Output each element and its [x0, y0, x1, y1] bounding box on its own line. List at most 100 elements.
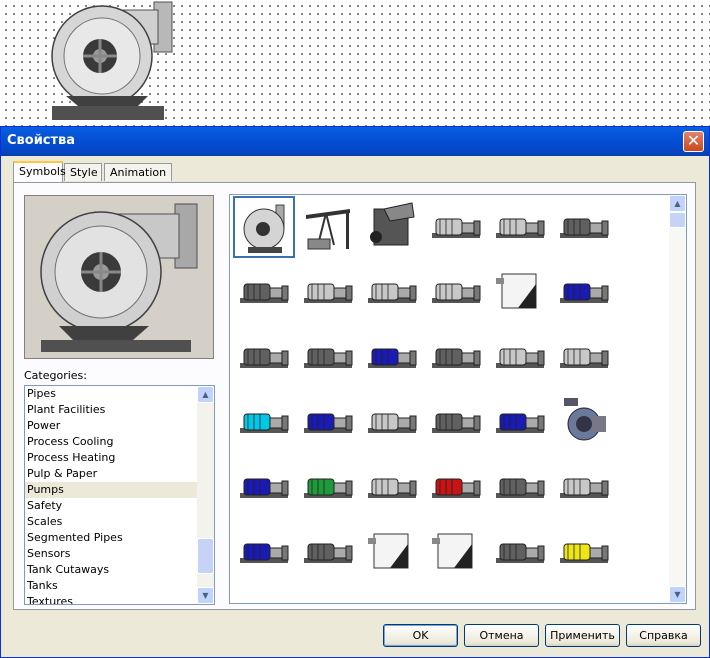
symbol-thumbnail[interactable] — [297, 196, 359, 258]
symbol-thumbnail[interactable] — [297, 586, 359, 604]
symbol-thumbnail[interactable] — [233, 456, 295, 518]
category-item[interactable]: Pulp & Paper — [25, 466, 199, 482]
symbol-thumbnail[interactable] — [489, 196, 551, 258]
symbol-thumbnail[interactable] — [233, 326, 295, 388]
equipment-symbol-icon — [556, 589, 612, 604]
symbol-thumbnail[interactable] — [553, 326, 615, 388]
symbol-thumbnail[interactable] — [233, 196, 295, 258]
equipment-symbol-icon — [304, 413, 353, 433]
category-item[interactable]: Power — [25, 418, 199, 434]
symbol-thumbnail[interactable] — [233, 521, 295, 583]
tab-symbols[interactable]: Symbols — [13, 161, 66, 182]
symbol-thumbnail[interactable] — [553, 196, 615, 258]
scroll-up-button[interactable]: ▲ — [197, 386, 214, 403]
symbol-thumbnail[interactable] — [553, 586, 615, 604]
tab-style[interactable]: Style — [64, 163, 102, 181]
equipment-symbol-icon — [496, 218, 545, 238]
equipment-symbol-icon — [370, 202, 415, 246]
equipment-symbol-icon — [243, 204, 285, 253]
symbol-thumbnail[interactable] — [361, 326, 423, 388]
categories-list[interactable]: Pipes Plant Facilities Power Process Coolin… — [24, 385, 215, 605]
gallery-scroll-up-button[interactable]: ▲ — [669, 195, 686, 212]
close-button[interactable]: ✕ — [683, 131, 704, 152]
symbol-thumbnail[interactable] — [553, 521, 615, 583]
symbol-thumbnail[interactable] — [233, 261, 295, 323]
equipment-symbol-icon — [496, 478, 545, 498]
categories-scrollbar[interactable]: ▲ ▼ — [197, 386, 214, 604]
equipment-symbol-icon — [240, 348, 289, 368]
symbol-thumbnail[interactable] — [553, 391, 615, 453]
symbol-thumbnail[interactable] — [297, 391, 359, 453]
gallery-scrollbar[interactable]: ▲ ▼ — [669, 195, 686, 603]
symbol-thumbnail[interactable] — [361, 391, 423, 453]
symbol-thumbnail[interactable] — [297, 261, 359, 323]
category-item[interactable]: Tanks — [25, 578, 199, 594]
gallery-scroll-down-button[interactable]: ▼ — [669, 586, 686, 603]
title-bar[interactable]: Свойства ✕ — [1, 127, 709, 156]
category-item[interactable]: Pipes — [25, 386, 199, 402]
equipment-symbol-icon — [432, 218, 481, 238]
symbol-thumbnail[interactable] — [489, 456, 551, 518]
canvas-pump-symbol[interactable] — [48, 0, 178, 120]
category-item[interactable]: Textures — [25, 594, 199, 604]
symbol-thumbnail[interactable] — [361, 521, 423, 583]
category-item[interactable]: Scales — [25, 514, 199, 530]
tab-animation[interactable]: Animation — [104, 163, 172, 181]
ok-button[interactable]: OK — [383, 624, 458, 647]
symbol-thumbnail[interactable] — [361, 586, 423, 604]
chevron-down-icon: ▼ — [202, 591, 209, 600]
category-item[interactable]: Sensors — [25, 546, 199, 562]
category-item[interactable]: Tank Cutaways — [25, 562, 199, 578]
symbol-thumbnail[interactable] — [425, 326, 487, 388]
symbol-thumbnail[interactable] — [425, 196, 487, 258]
equipment-symbol-icon — [304, 283, 353, 303]
equipment-symbol-icon — [368, 533, 409, 569]
symbol-thumbnail[interactable] — [361, 456, 423, 518]
symbol-thumbnail[interactable] — [489, 586, 551, 603]
equipment-symbol-icon — [240, 543, 289, 563]
symbol-thumbnail[interactable] — [553, 261, 615, 323]
equipment-symbol-icon — [300, 589, 356, 604]
gallery-scroll-thumb[interactable] — [669, 212, 686, 228]
scroll-thumb[interactable] — [197, 538, 214, 574]
symbol-thumbnail[interactable] — [489, 521, 551, 583]
equipment-symbol-icon — [432, 478, 481, 498]
symbol-thumbnail[interactable] — [553, 456, 615, 518]
symbol-thumbnail[interactable] — [425, 391, 487, 453]
symbol-thumbnail[interactable] — [425, 456, 487, 518]
symbol-thumbnail[interactable] — [361, 261, 423, 323]
equipment-symbol-icon — [432, 533, 473, 569]
apply-button[interactable]: Применить — [545, 624, 620, 647]
scroll-down-button[interactable]: ▼ — [197, 587, 214, 604]
category-item[interactable]: Segmented Pipes — [25, 530, 199, 546]
equipment-symbol-icon — [240, 283, 289, 303]
category-item[interactable]: Process Cooling — [25, 434, 199, 450]
equipment-symbol-icon — [364, 589, 420, 604]
symbol-preview — [24, 195, 214, 359]
equipment-symbol-icon — [304, 543, 353, 563]
equipment-symbol-icon — [236, 589, 292, 604]
dialog-title: Свойства — [7, 133, 76, 148]
category-item[interactable]: Plant Facilities — [25, 402, 199, 418]
category-item[interactable]: Safety — [25, 498, 199, 514]
symbol-thumbnail[interactable] — [425, 586, 487, 603]
cancel-button[interactable]: Отмена — [464, 624, 539, 647]
symbol-thumbnail[interactable] — [297, 521, 359, 583]
symbol-gallery[interactable]: ▲ ▼ — [229, 194, 687, 604]
symbol-thumbnail[interactable] — [233, 391, 295, 453]
symbol-thumbnail[interactable] — [425, 521, 487, 583]
equipment-symbol-icon — [306, 209, 350, 250]
symbol-thumbnail[interactable] — [489, 326, 551, 388]
equipment-symbol-icon — [432, 283, 481, 303]
category-item[interactable]: Process Heating — [25, 450, 199, 466]
symbol-thumbnail[interactable] — [489, 261, 551, 323]
symbol-thumbnail[interactable] — [297, 456, 359, 518]
categories-label: Categories: — [24, 369, 87, 382]
symbol-thumbnail[interactable] — [233, 586, 295, 604]
category-item[interactable]: Pumps — [25, 482, 199, 498]
symbol-thumbnail[interactable] — [425, 261, 487, 323]
symbol-thumbnail[interactable] — [297, 326, 359, 388]
symbol-thumbnail[interactable] — [489, 391, 551, 453]
help-button[interactable]: Справка — [626, 624, 701, 647]
symbol-thumbnail[interactable] — [361, 196, 423, 258]
